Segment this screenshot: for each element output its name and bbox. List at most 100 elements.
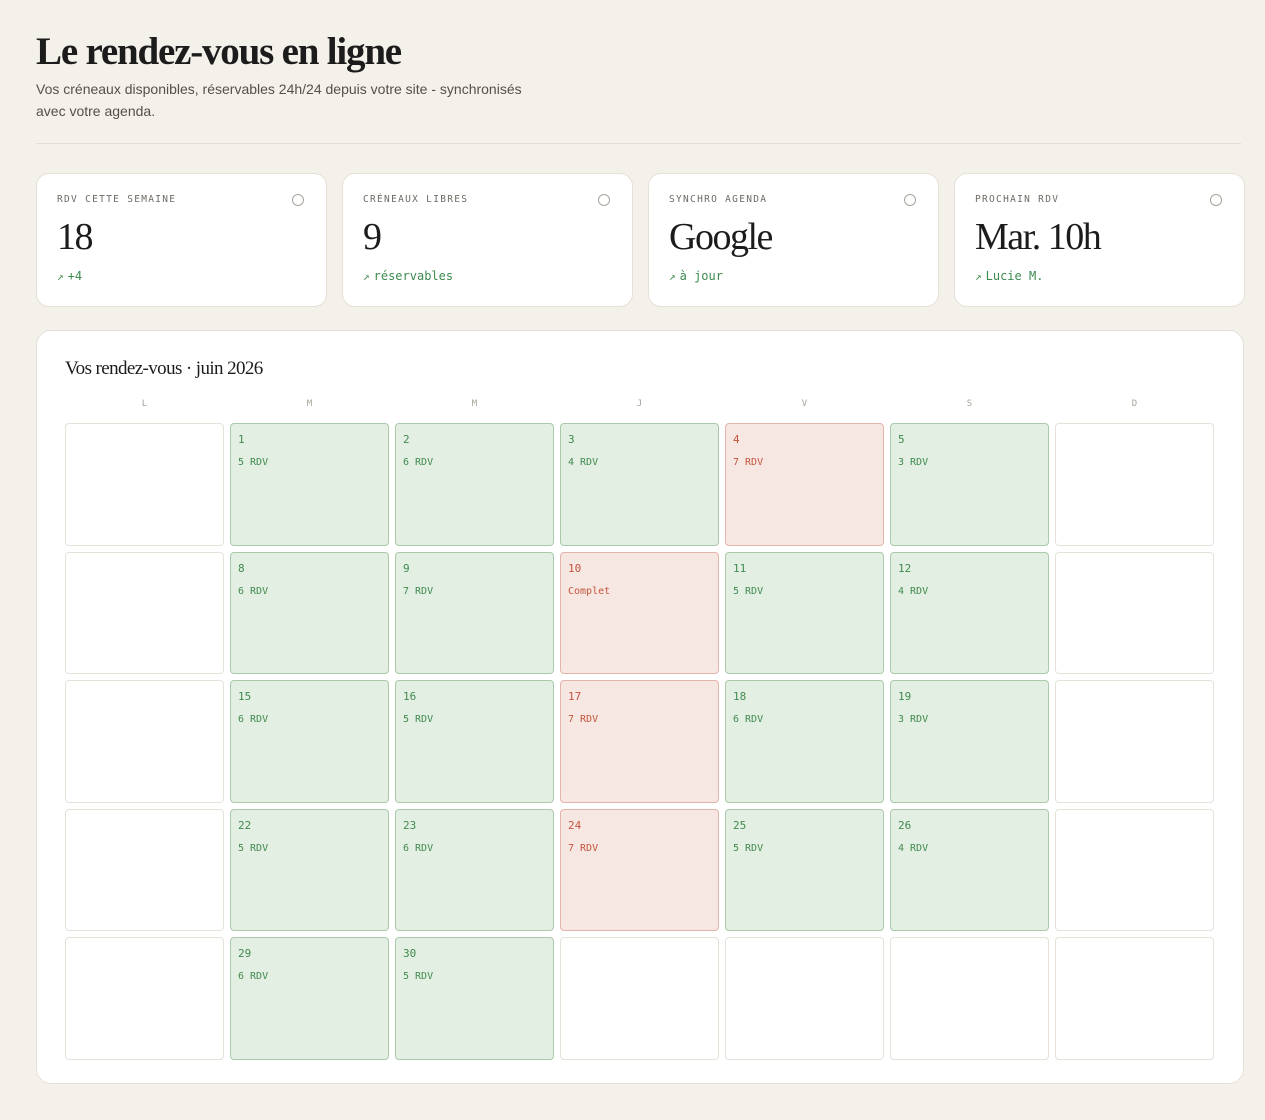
day-number: 9: [403, 561, 410, 575]
day-number: 8: [238, 561, 245, 575]
calendar-day-cell[interactable]: 16 5 RDV: [395, 680, 554, 803]
calendar-day-cell[interactable]: 17 7 RDV: [560, 680, 719, 803]
day-number: 18: [733, 690, 747, 703]
day-status: Complet: [568, 585, 611, 597]
calendar-day-cell[interactable]: 4 7 RDV: [725, 423, 884, 546]
day-status: 6 RDV: [733, 714, 764, 725]
day-number: 5: [898, 433, 905, 446]
stat-trend: ↗ +4: [57, 269, 306, 283]
calendar-day-cell[interactable]: 10 Complet: [560, 551, 719, 674]
calendar-day-cell[interactable]: 3 4 RDV: [560, 423, 719, 546]
arrow-up-right-icon: ↗: [975, 270, 982, 283]
calendar-day-cell[interactable]: 30 5 RDV: [395, 937, 554, 1060]
day-status: 3 RDV: [898, 457, 929, 468]
calendar-day-cell[interactable]: 12 4 RDV: [890, 551, 1049, 674]
weekday-label: J: [636, 399, 643, 409]
calendar-day-cell[interactable]: 29 6 RDV: [230, 937, 389, 1060]
day-number: 23: [403, 818, 417, 832]
calendar-day-cell[interactable]: 11 5 RDV: [725, 551, 884, 674]
calendar-day-cell[interactable]: 8 6 RDV: [230, 551, 389, 674]
calendar-day-cell[interactable]: 15 6 RDV: [230, 680, 389, 803]
day-number: [73, 433, 223, 447]
day-status: 6 RDV: [403, 842, 434, 854]
day-number: 26: [898, 818, 912, 832]
weekday-label: M: [471, 399, 478, 409]
day-number: [568, 947, 718, 961]
arrow-up-right-icon: ↗: [57, 270, 64, 283]
calendar-day-cell[interactable]: 9 7 RDV: [395, 551, 554, 674]
stat-trend: ↗ Lucie M.: [975, 269, 1224, 283]
day-number: [73, 562, 223, 576]
calendar-panel: Vos rendez-vous · juin 2026 L M M J V S …: [36, 330, 1244, 1084]
page-title: Le rendez-vous en ligne: [36, 30, 402, 73]
day-status: 6 RDV: [238, 585, 269, 597]
stat-trend: ↗ réservables: [363, 269, 612, 283]
calendar-day-cell[interactable]: 18 6 RDV: [725, 680, 884, 803]
calendar-day-empty: [725, 937, 884, 1060]
stat-trend-text: à jour: [679, 269, 723, 283]
calendar-day-empty: [890, 937, 1049, 1060]
calendar-day-cell[interactable]: 23 6 RDV: [395, 808, 554, 931]
weekday-label: S: [966, 399, 973, 409]
calendar-day-empty: [1055, 423, 1214, 546]
status-dot-icon: [904, 194, 916, 206]
day-status: 5 RDV: [733, 842, 764, 854]
calendar-day-empty: [1055, 680, 1214, 803]
day-status: 7 RDV: [568, 842, 599, 854]
day-number: 22: [238, 818, 252, 832]
calendar-day-cell[interactable]: 19 3 RDV: [890, 680, 1049, 803]
day-number: 4: [733, 433, 740, 446]
calendar-day-cell[interactable]: 25 5 RDV: [725, 808, 884, 931]
day-number: 10: [568, 561, 582, 575]
calendar-grid: 1 5 RDV 2 6 RDV 3 4 RDV 4 7 RDV 5 3 RDV 8 6 RDV 9 7 R…: [65, 423, 1216, 1060]
calendar-day-cell[interactable]: 26 4 RDV: [890, 808, 1049, 931]
day-number: [1063, 819, 1213, 833]
day-number: [1063, 433, 1213, 447]
calendar-day-cell[interactable]: 5 3 RDV: [890, 423, 1049, 546]
calendar-day-empty: [65, 937, 224, 1060]
stat-label: CRÉNEAUX LIBRES: [363, 194, 469, 205]
day-number: 16: [403, 690, 417, 703]
day-status: 4 RDV: [568, 457, 599, 468]
weekday-label: D: [1131, 399, 1138, 409]
day-status: 5 RDV: [733, 585, 764, 597]
day-number: 30: [403, 947, 417, 960]
day-number: [73, 690, 223, 704]
stat-value: Google: [669, 216, 773, 258]
page-subtitle: Vos créneaux disponibles, réservables 24…: [36, 81, 522, 119]
stat-card-next-rdv: PROCHAIN RDV Mar. 10h ↗ Lucie M.: [954, 173, 1245, 307]
day-number: 24: [568, 818, 582, 832]
weekday-label: M: [306, 399, 313, 409]
calendar-day-empty: [560, 937, 719, 1060]
stat-card-free-slots: CRÉNEAUX LIBRES 9 ↗ réservables: [342, 173, 633, 307]
page-header: Le rendez-vous en ligne Vos créneaux dis…: [36, 26, 1241, 122]
calendar-day-empty: [1055, 551, 1214, 674]
calendar-day-empty: [1055, 808, 1214, 931]
day-number: [73, 947, 223, 961]
calendar-day-cell[interactable]: 22 5 RDV: [230, 808, 389, 931]
stat-value: Mar. 10h: [975, 216, 1102, 258]
stat-trend-text: +4: [67, 269, 83, 283]
day-number: 15: [238, 690, 252, 703]
stat-value: 18: [57, 216, 94, 258]
status-dot-icon: [292, 194, 304, 206]
stat-trend-text: Lucie M.: [985, 269, 1044, 283]
header-divider: [36, 143, 1241, 144]
day-number: 3: [568, 433, 575, 446]
stat-trend: ↗ à jour: [669, 269, 918, 283]
stat-label: RDV CETTE SEMAINE: [57, 194, 177, 205]
day-status: 7 RDV: [568, 714, 599, 725]
arrow-up-right-icon: ↗: [669, 270, 676, 283]
calendar-day-empty: [65, 551, 224, 674]
day-status: 7 RDV: [733, 457, 764, 468]
arrow-up-right-icon: ↗: [363, 270, 370, 283]
day-number: [733, 947, 883, 961]
stat-card-calendar-sync: SYNCHRO AGENDA Google ↗ à jour: [648, 173, 939, 307]
day-number: 2: [403, 433, 410, 446]
stat-label: SYNCHRO AGENDA: [669, 194, 768, 205]
calendar-day-cell[interactable]: 2 6 RDV: [395, 423, 554, 546]
day-number: [1063, 947, 1213, 961]
calendar-day-cell[interactable]: 1 5 RDV: [230, 423, 389, 546]
day-number: 11: [733, 561, 747, 575]
calendar-day-cell[interactable]: 24 7 RDV: [560, 808, 719, 931]
